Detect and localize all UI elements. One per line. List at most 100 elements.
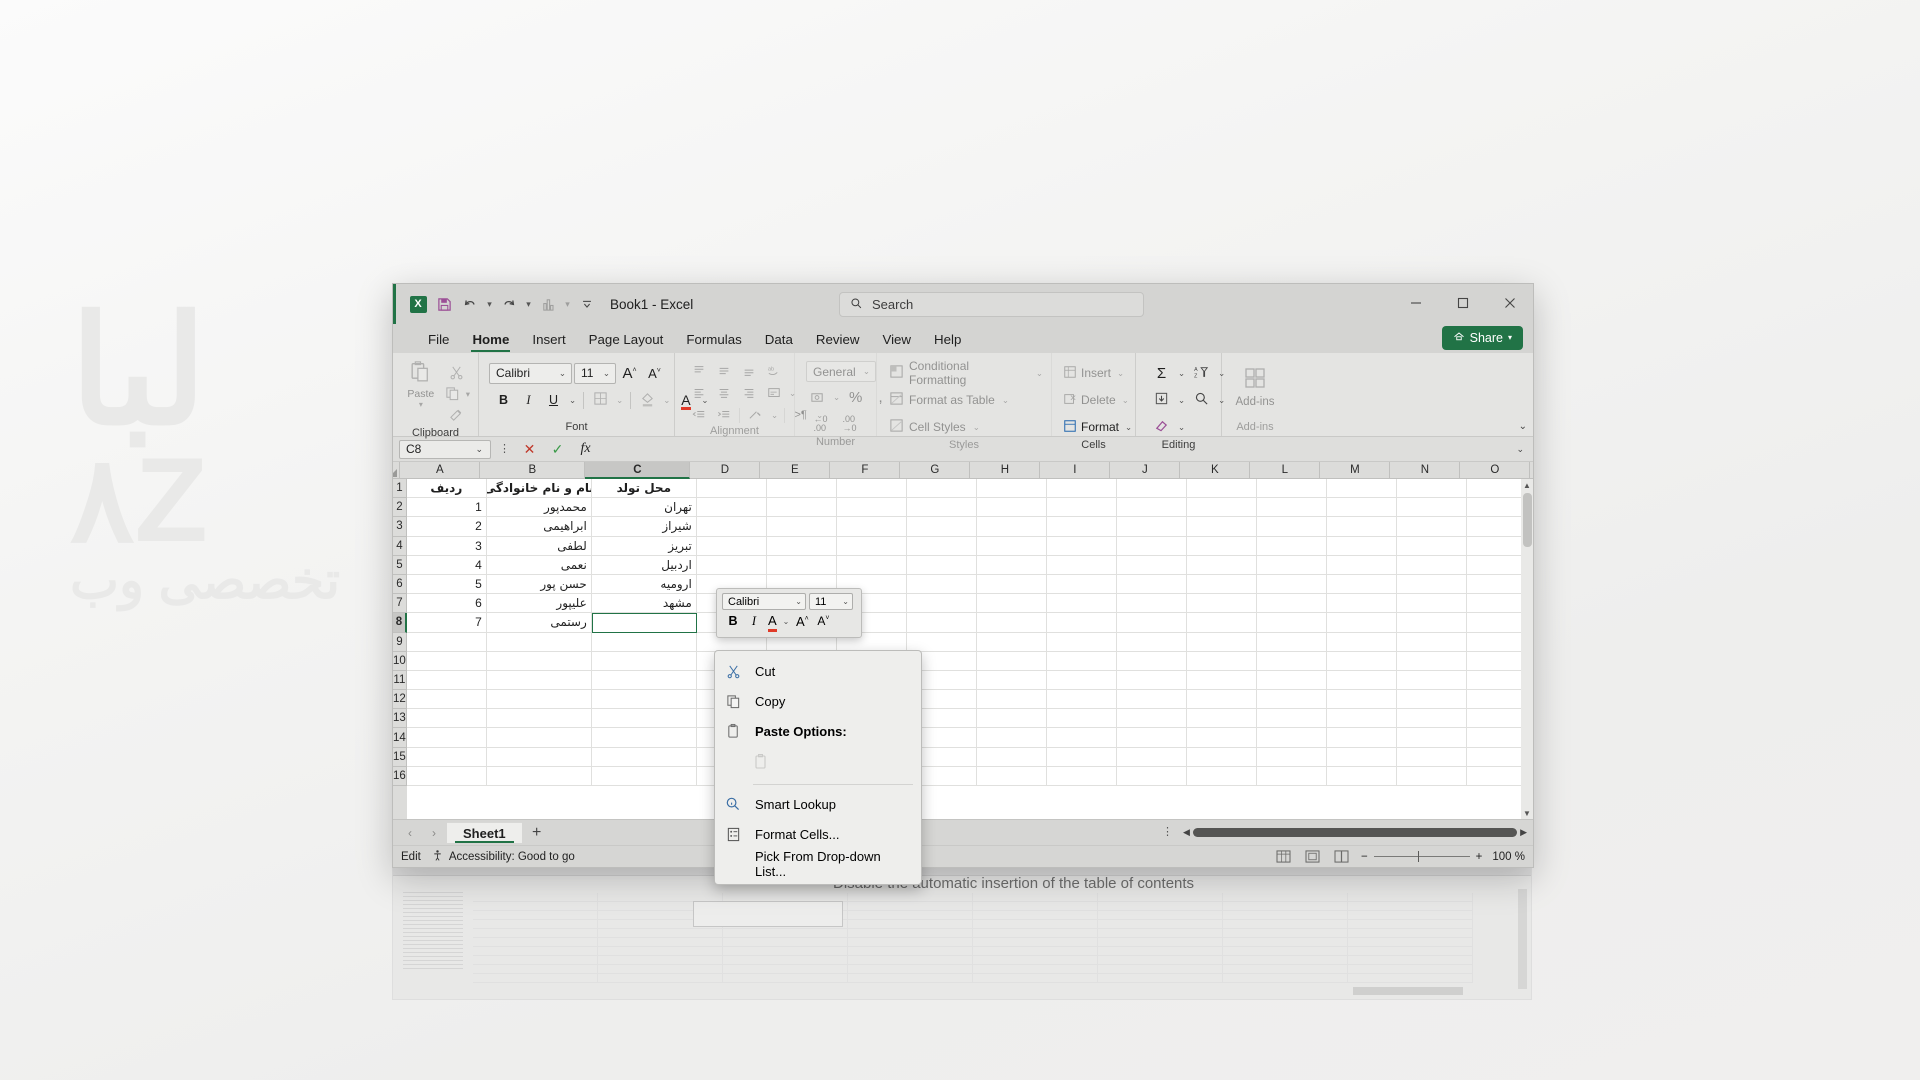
context-menu-item-copy[interactable]: Copy [715, 686, 921, 716]
cell-N4[interactable] [1396, 536, 1467, 556]
cell-J3[interactable] [1116, 517, 1187, 537]
cell-I15[interactable] [1046, 747, 1117, 767]
row-header-3[interactable]: 3 [393, 517, 407, 537]
cell-G2[interactable] [906, 498, 977, 518]
align-left-button[interactable] [687, 382, 710, 405]
insert-function-button[interactable]: fx [574, 438, 597, 461]
cell-E1[interactable] [766, 479, 837, 499]
fill-button[interactable] [1150, 389, 1173, 412]
cell-K13[interactable] [1186, 709, 1257, 729]
align-right-button[interactable] [737, 382, 760, 405]
row-header-11[interactable]: 11 [393, 670, 407, 691]
cell-J15[interactable] [1116, 747, 1187, 767]
cell-I2[interactable] [1046, 498, 1117, 518]
cell-K3[interactable] [1186, 517, 1257, 537]
cell-D1[interactable] [696, 479, 767, 499]
cell-J7[interactable] [1116, 594, 1187, 614]
cell-C13[interactable] [591, 709, 697, 729]
decrease-indent-button[interactable] [687, 404, 710, 427]
cell-M6[interactable] [1326, 574, 1397, 595]
cell-H7[interactable] [976, 594, 1047, 614]
column-header-G[interactable]: G [900, 462, 971, 479]
underline-button[interactable]: U [542, 389, 565, 412]
cell-F5[interactable] [836, 555, 907, 575]
cell-M9[interactable] [1326, 632, 1397, 652]
cell-A4[interactable]: 3 [406, 536, 487, 556]
cell-B10[interactable] [486, 651, 592, 671]
cell-H11[interactable] [976, 670, 1047, 691]
find-select-button[interactable] [1190, 389, 1213, 412]
cell-H13[interactable] [976, 709, 1047, 729]
chart-dropdown-icon[interactable]: ▾ [562, 292, 573, 316]
sort-filter-button[interactable]: AZ [1190, 362, 1213, 385]
scroll-down-icon[interactable]: ▼ [1523, 807, 1531, 819]
borders-dropdown-icon[interactable]: ⌄ [614, 395, 625, 406]
cell-N8[interactable] [1396, 613, 1467, 633]
cell-C4[interactable]: تبریز [591, 536, 697, 556]
undo-dropdown-icon[interactable]: ▾ [484, 292, 495, 316]
select-all-button[interactable] [393, 462, 401, 479]
expand-formula-bar-icon[interactable]: ⌄ [1516, 444, 1527, 455]
row-header-6[interactable]: 6 [393, 574, 407, 595]
cell-N2[interactable] [1396, 498, 1467, 518]
cell-B5[interactable]: نعمی [486, 555, 592, 575]
font-name-combo[interactable]: Calibri ⌄ [489, 362, 572, 384]
italic-button[interactable]: I [517, 389, 540, 412]
cell-A10[interactable] [406, 651, 487, 671]
cell-C14[interactable] [591, 728, 697, 748]
hscroll-left-icon[interactable]: ◀ [1183, 827, 1190, 838]
clear-button[interactable] [1150, 416, 1173, 439]
active-cell-indicator[interactable] [591, 613, 697, 633]
cell-F3[interactable] [836, 517, 907, 537]
tab-page-layout[interactable]: Page Layout [578, 330, 675, 353]
cell-D4[interactable] [696, 536, 767, 556]
text-direction-button[interactable] [744, 404, 767, 427]
row-header-9[interactable]: 9 [393, 632, 407, 652]
cell-N12[interactable] [1396, 690, 1467, 710]
fill-color-dropdown-icon[interactable]: ⌄ [661, 395, 672, 406]
grid-cells[interactable]: ردیف نام و نام خانوادگی محل تولد 1 محمدپور ته… [406, 479, 1533, 819]
cell-D5[interactable] [696, 555, 767, 575]
cell-E5[interactable] [766, 555, 837, 575]
column-header-E[interactable]: E [760, 462, 831, 479]
sheet-options-icon[interactable]: ⋮ [1162, 827, 1181, 838]
format-painter-button[interactable] [441, 404, 472, 427]
cell-C5[interactable]: اردبیل [591, 555, 697, 575]
zoom-handle[interactable] [1417, 851, 1420, 862]
cell-N1[interactable] [1396, 479, 1467, 499]
row-header-10[interactable]: 10 [393, 651, 407, 671]
cell-J13[interactable] [1116, 709, 1187, 729]
cell-I4[interactable] [1046, 536, 1117, 556]
column-header-A[interactable]: A [400, 462, 481, 479]
cell-F1[interactable] [836, 479, 907, 499]
cell-H16[interactable] [976, 766, 1047, 786]
cell-N16[interactable] [1396, 766, 1467, 786]
cell-G3[interactable] [906, 517, 977, 537]
cancel-entry-button[interactable]: ✕ [518, 438, 541, 461]
cell-L4[interactable] [1256, 536, 1327, 556]
cell-K14[interactable] [1186, 728, 1257, 748]
cell-L6[interactable] [1256, 574, 1327, 595]
font-size-dropdown-icon[interactable]: ⌄ [601, 368, 612, 379]
row-header-8[interactable]: 8 [393, 613, 407, 633]
horizontal-scroll-thumb[interactable] [1192, 828, 1518, 837]
cell-J5[interactable] [1116, 555, 1187, 575]
cell-B7[interactable]: علیپور [486, 594, 592, 614]
vertical-scroll-thumb[interactable] [1522, 493, 1532, 547]
formula-input[interactable] [602, 439, 1512, 459]
cell-H10[interactable] [976, 651, 1047, 671]
tab-review[interactable]: Review [805, 330, 871, 353]
mini-font-size-combo[interactable]: 11 ⌄ [809, 593, 853, 610]
next-sheet-button[interactable]: › [423, 822, 445, 844]
cell-K15[interactable] [1186, 747, 1257, 767]
cell-J10[interactable] [1116, 651, 1187, 671]
accounting-dropdown-icon[interactable]: ⌄ [831, 392, 842, 403]
normal-view-icon[interactable] [1274, 849, 1293, 865]
share-dropdown-icon[interactable]: ▾ [1508, 333, 1512, 342]
delete-cells-label[interactable]: Delete [1081, 393, 1116, 407]
cell-H5[interactable] [976, 555, 1047, 575]
borders-button[interactable] [589, 389, 612, 412]
cell-B1[interactable]: نام و نام خانوادگی [486, 479, 592, 499]
cell-G1[interactable] [906, 479, 977, 499]
mini-shrink-font-button[interactable]: A˅ [815, 614, 831, 628]
